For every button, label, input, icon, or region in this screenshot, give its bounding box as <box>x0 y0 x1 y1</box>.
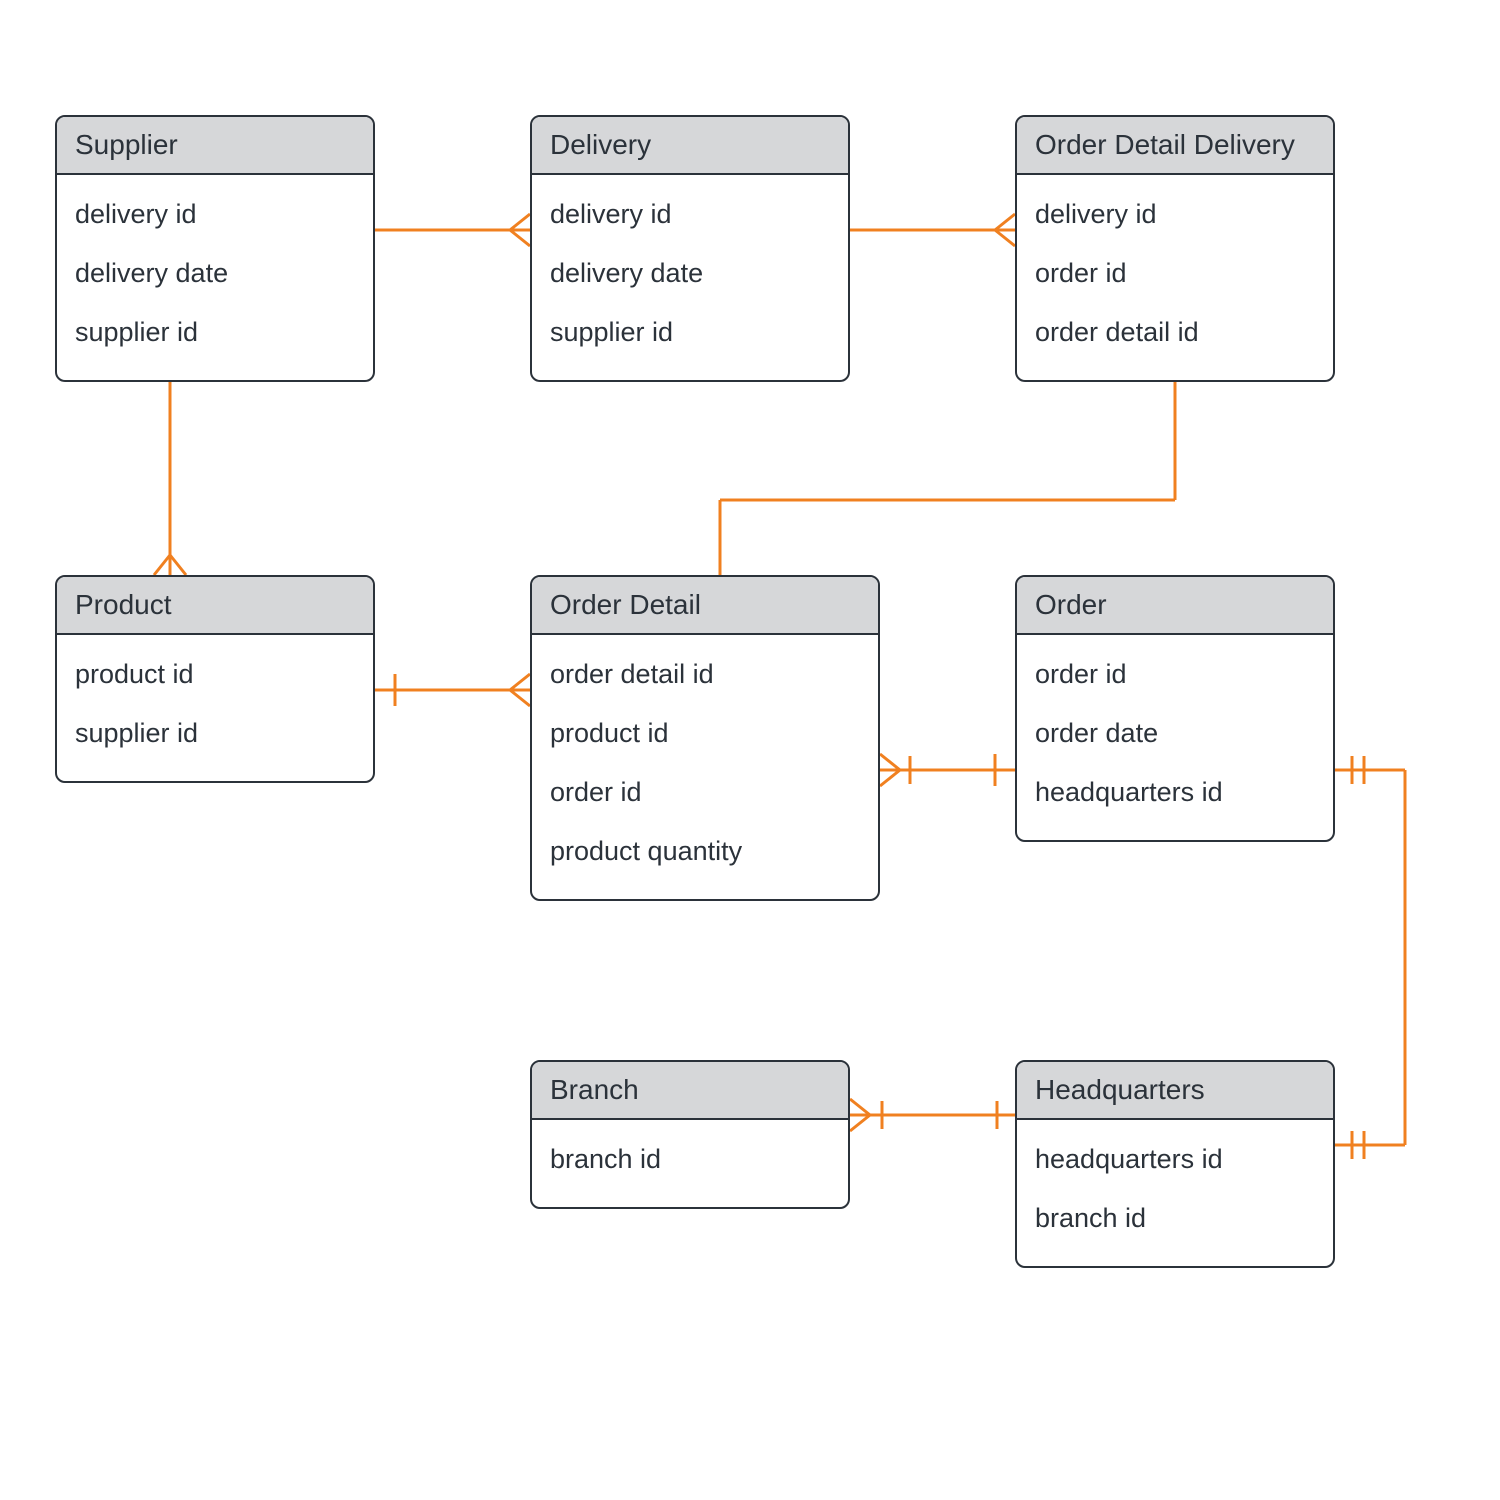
entity-attrs: branch id <box>532 1120 848 1207</box>
entity-headquarters[interactable]: Headquarters headquarters id branch id <box>1015 1060 1335 1268</box>
entity-title: Branch <box>532 1062 848 1120</box>
attr: order id <box>1035 244 1315 303</box>
entity-title: Order <box>1017 577 1333 635</box>
entity-branch[interactable]: Branch branch id <box>530 1060 850 1209</box>
entity-title: Order Detail Delivery <box>1017 117 1333 175</box>
rel-orderdetail-order <box>880 754 1015 786</box>
attr: order id <box>550 763 860 822</box>
rel-supplier-delivery <box>375 214 530 246</box>
entity-product[interactable]: Product product id supplier id <box>55 575 375 783</box>
attr: product quantity <box>550 822 860 881</box>
attr: headquarters id <box>1035 1130 1315 1189</box>
attr: supplier id <box>550 303 830 362</box>
entity-supplier[interactable]: Supplier delivery id delivery date suppl… <box>55 115 375 382</box>
rel-product-orderdetail <box>375 674 530 706</box>
attr: supplier id <box>75 303 355 362</box>
entity-attrs: delivery id delivery date supplier id <box>57 175 373 380</box>
rel-order-headquarters <box>1335 756 1405 1159</box>
entity-attrs: product id supplier id <box>57 635 373 781</box>
entity-attrs: order id order date headquarters id <box>1017 635 1333 840</box>
attr: supplier id <box>75 704 355 763</box>
attr: order detail id <box>1035 303 1315 362</box>
attr: product id <box>75 645 355 704</box>
entity-title: Delivery <box>532 117 848 175</box>
entity-attrs: headquarters id branch id <box>1017 1120 1333 1266</box>
attr: delivery date <box>75 244 355 303</box>
attr: order id <box>1035 645 1315 704</box>
entity-title: Product <box>57 577 373 635</box>
attr: delivery date <box>550 244 830 303</box>
attr: delivery id <box>75 185 355 244</box>
entity-title: Supplier <box>57 117 373 175</box>
entity-order-detail-delivery[interactable]: Order Detail Delivery delivery id order … <box>1015 115 1335 382</box>
attr: order detail id <box>550 645 860 704</box>
entity-attrs: order detail id product id order id prod… <box>532 635 878 899</box>
entity-delivery[interactable]: Delivery delivery id delivery date suppl… <box>530 115 850 382</box>
attr: order date <box>1035 704 1315 763</box>
entity-order-detail[interactable]: Order Detail order detail id product id … <box>530 575 880 901</box>
entity-order[interactable]: Order order id order date headquarters i… <box>1015 575 1335 842</box>
entity-title: Headquarters <box>1017 1062 1333 1120</box>
entity-attrs: delivery id delivery date supplier id <box>532 175 848 380</box>
attr: branch id <box>1035 1189 1315 1248</box>
entity-attrs: delivery id order id order detail id <box>1017 175 1333 380</box>
attr: delivery id <box>1035 185 1315 244</box>
attr: delivery id <box>550 185 830 244</box>
attr: product id <box>550 704 860 763</box>
rel-branch-headquarters <box>850 1099 1015 1131</box>
rel-delivery-odd <box>850 214 1015 246</box>
er-diagram-canvas: Supplier delivery id delivery date suppl… <box>0 0 1500 1500</box>
attr: branch id <box>550 1130 830 1189</box>
attr: headquarters id <box>1035 763 1315 822</box>
entity-title: Order Detail <box>532 577 878 635</box>
